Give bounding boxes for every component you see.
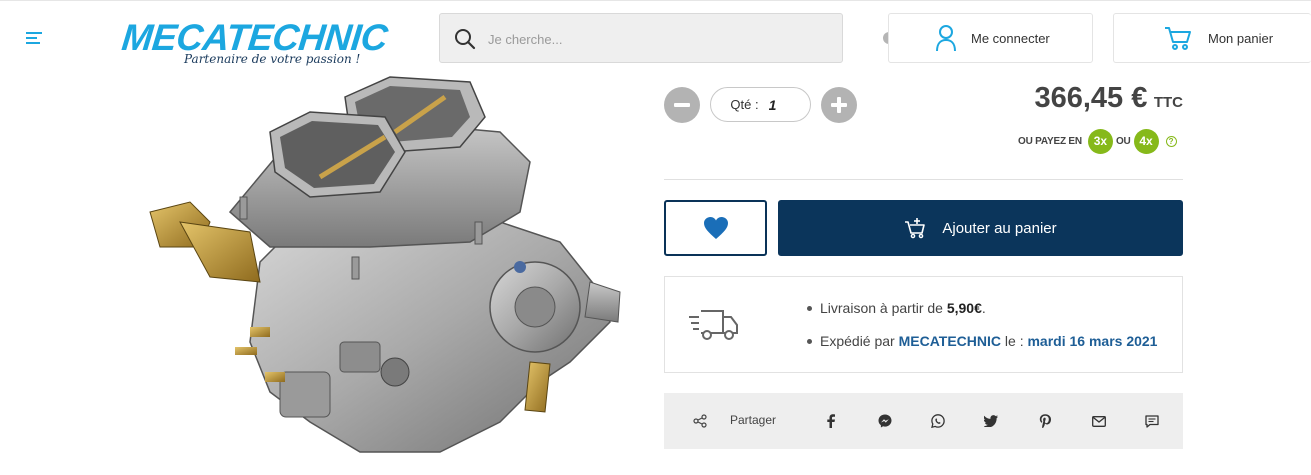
share-label[interactable]: Partager <box>730 413 776 427</box>
qty-label: Qté : <box>730 97 759 112</box>
shipped-text: Expédié par <box>820 333 895 349</box>
delivery-end: . <box>981 300 986 316</box>
delivery-line: Livraison à partir de 5,90€. <box>807 300 986 316</box>
cart-icon <box>1165 27 1191 50</box>
user-icon <box>936 25 956 52</box>
minus-icon <box>674 103 690 107</box>
product-image <box>149 76 621 453</box>
ship-date: mardi 16 mars 2021 <box>1027 333 1158 349</box>
price-suffix: TTC <box>1153 94 1183 111</box>
logo-tagline: Partenaire de votre passion ! <box>184 52 361 66</box>
search-icon[interactable] <box>454 28 476 50</box>
top-border <box>0 0 1311 1</box>
pay-3x-badge[interactable]: 3x <box>1087 128 1113 154</box>
pay-4x-badge[interactable]: 4x <box>1133 128 1159 154</box>
site-logo[interactable]: MECATECHNIC Partenaire de votre passion … <box>120 17 402 74</box>
cart-header-label: Mon panier <box>1208 30 1274 46</box>
divider <box>664 179 1183 180</box>
login-label: Me connecter <box>971 30 1050 46</box>
installment-row: OU PAYEZ EN 3x OU 4x ? <box>1018 127 1177 155</box>
pinterest-icon[interactable] <box>1033 409 1057 433</box>
menu-icon[interactable] <box>26 30 44 46</box>
shipping-info: Livraison à partir de 5,90€. Expédié par… <box>664 276 1183 373</box>
share-bar: Partager <box>664 393 1183 449</box>
shipped-mid: le : <box>1004 333 1024 349</box>
delivery-text: Livraison à partir de <box>820 300 943 316</box>
search-input[interactable] <box>488 26 828 52</box>
twitter-icon[interactable] <box>979 409 1003 433</box>
messenger-icon[interactable] <box>873 409 897 433</box>
plus-icon <box>831 97 847 113</box>
facebook-icon[interactable] <box>819 409 843 433</box>
help-icon[interactable]: ? <box>1165 135 1177 147</box>
search-bar[interactable] <box>439 13 843 63</box>
whatsapp-icon[interactable] <box>926 409 950 433</box>
seller-name[interactable]: MECATECHNIC <box>899 333 1001 349</box>
delivery-price: 5,90€ <box>946 300 982 316</box>
truck-icon <box>689 310 738 340</box>
pay-or: OU <box>1115 135 1131 147</box>
shipped-line: Expédié par MECATECHNIC le : mardi 16 ma… <box>807 333 1157 349</box>
add-to-cart-button[interactable]: Ajouter au panier <box>778 200 1183 256</box>
add-to-cart-label: Ajouter au panier <box>942 219 1057 237</box>
wishlist-button[interactable] <box>664 200 767 256</box>
share-icon[interactable] <box>688 409 712 433</box>
login-button[interactable]: Me connecter <box>888 13 1093 63</box>
qty-decrease-button[interactable] <box>664 87 700 123</box>
heart-icon <box>703 217 728 239</box>
sms-icon[interactable] <box>1140 409 1164 433</box>
qty-input[interactable] <box>768 96 791 113</box>
cart-header-button[interactable]: Mon panier <box>1113 13 1311 63</box>
pay-prefix: OU PAYEZ EN <box>1018 135 1082 147</box>
email-icon[interactable] <box>1087 409 1111 433</box>
qty-field[interactable]: Qté : <box>710 87 811 122</box>
price-amount: 366,45 € <box>1034 82 1148 114</box>
qty-increase-button[interactable] <box>821 87 857 123</box>
add-cart-icon <box>905 218 926 239</box>
price-block: 366,45 € TTC <box>1034 82 1183 115</box>
